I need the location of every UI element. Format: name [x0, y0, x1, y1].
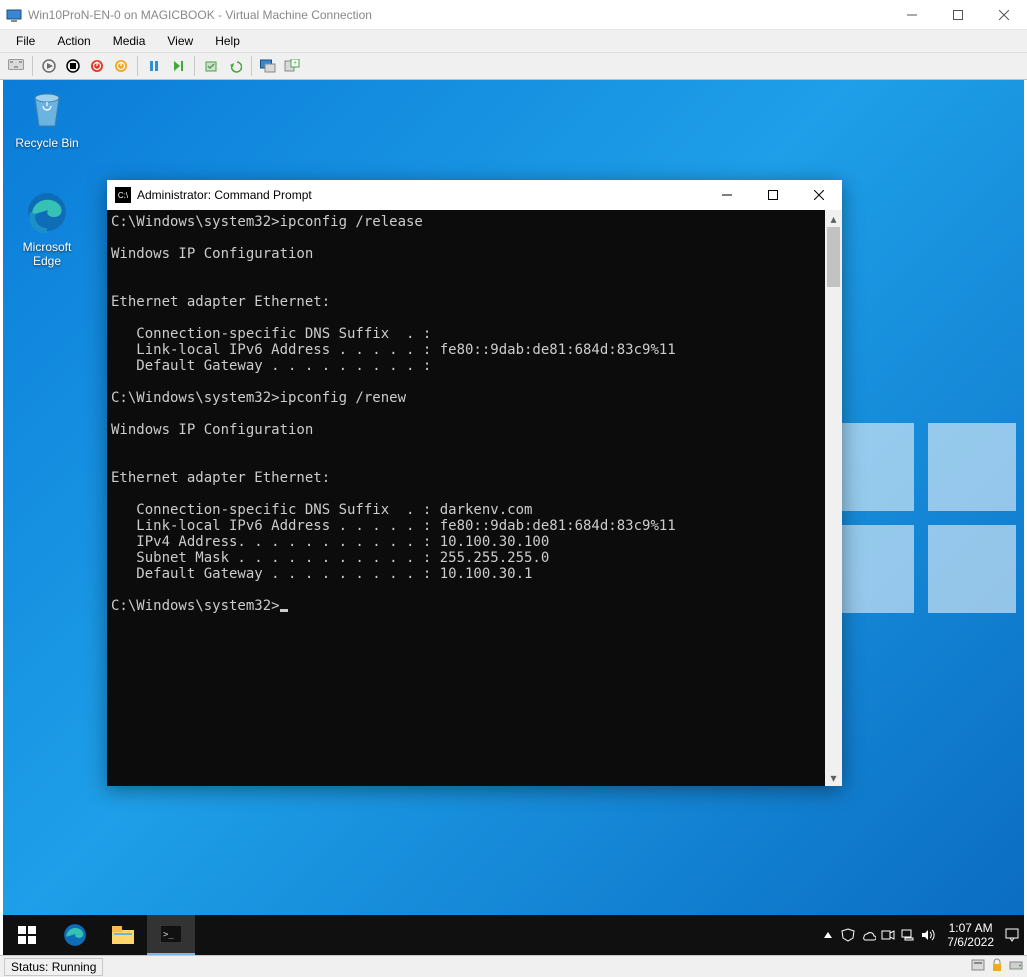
status-lock-icon	[991, 958, 1003, 975]
cmd-titlebar[interactable]: C:\ Administrator: Command Prompt	[107, 180, 842, 210]
tray-notifications-icon[interactable]	[1004, 915, 1020, 955]
taskbar-edge-button[interactable]	[51, 915, 99, 955]
shutdown-button[interactable]	[87, 56, 107, 76]
turn-off-button[interactable]	[63, 56, 83, 76]
toolbar-separator	[137, 56, 138, 76]
start-button[interactable]	[39, 56, 59, 76]
cmd-window: C:\ Administrator: Command Prompt C:\Win…	[107, 180, 842, 786]
host-toolbar: +	[0, 52, 1027, 80]
vm-app-icon	[6, 7, 22, 23]
enhanced-session-button[interactable]	[258, 56, 278, 76]
svg-text:+: +	[293, 60, 297, 67]
status-disk-icon	[971, 958, 985, 975]
recycle-bin-icon	[23, 84, 71, 132]
vm-display: Recycle Bin Microsoft Edge C:\ Administr…	[0, 80, 1027, 955]
cmd-maximize-button[interactable]	[750, 180, 796, 210]
toolbar-separator	[251, 56, 252, 76]
status-drive-icon	[1009, 959, 1023, 974]
save-button[interactable]	[111, 56, 131, 76]
tray-security-icon[interactable]	[839, 915, 857, 955]
host-close-button[interactable]	[981, 0, 1027, 30]
cmd-terminal-output[interactable]: C:\Windows\system32>ipconfig /release Wi…	[107, 210, 825, 786]
revert-button[interactable]	[225, 56, 245, 76]
tray-meet-now-icon[interactable]	[879, 915, 897, 955]
host-titlebar: Win10ProN-EN-0 on MAGICBOOK - Virtual Ma…	[0, 0, 1027, 30]
cmd-app-icon: C:\	[115, 187, 131, 203]
tray-overflow-icon[interactable]	[819, 915, 837, 955]
host-menubar: File Action Media View Help	[0, 30, 1027, 52]
guest-taskbar: >_ 1:07 AM 7/6/2022	[3, 915, 1024, 955]
guest-desktop[interactable]: Recycle Bin Microsoft Edge C:\ Administr…	[3, 80, 1024, 955]
cmd-title-text: Administrator: Command Prompt	[137, 188, 312, 202]
taskbar-explorer-button[interactable]	[99, 915, 147, 955]
edge-icon	[23, 188, 71, 236]
menu-action[interactable]: Action	[47, 32, 100, 50]
desktop-icon-label: Recycle Bin	[9, 136, 85, 150]
desktop-icon-label: Microsoft Edge	[9, 240, 85, 268]
host-maximize-button[interactable]	[935, 0, 981, 30]
host-title: Win10ProN-EN-0 on MAGICBOOK - Virtual Ma…	[28, 8, 889, 22]
tray-onedrive-icon[interactable]	[859, 915, 877, 955]
cmd-close-button[interactable]	[796, 180, 842, 210]
windows-logo-wallpaper	[826, 423, 1016, 613]
reset-button[interactable]	[168, 56, 188, 76]
clock-time: 1:07 AM	[947, 921, 994, 935]
share-button[interactable]: +	[282, 56, 302, 76]
toolbar-separator	[194, 56, 195, 76]
menu-media[interactable]: Media	[103, 32, 156, 50]
host-statusbar: Status: Running	[0, 955, 1027, 977]
scroll-up-icon[interactable]: ▴	[825, 210, 842, 227]
desktop-icon-microsoft-edge[interactable]: Microsoft Edge	[9, 188, 85, 268]
svg-text:>_: >_	[163, 930, 174, 940]
tray-volume-icon[interactable]	[919, 915, 937, 955]
start-menu-button[interactable]	[3, 915, 51, 955]
scroll-thumb[interactable]	[827, 227, 840, 287]
menu-view[interactable]: View	[157, 32, 203, 50]
menu-help[interactable]: Help	[205, 32, 250, 50]
ctrl-alt-del-button[interactable]	[6, 56, 26, 76]
clock-date: 7/6/2022	[947, 935, 994, 949]
menu-file[interactable]: File	[6, 32, 45, 50]
tray-clock[interactable]: 1:07 AM 7/6/2022	[939, 921, 1002, 949]
toolbar-separator	[32, 56, 33, 76]
taskbar-cmd-button[interactable]: >_	[147, 915, 195, 955]
scroll-down-icon[interactable]: ▾	[825, 769, 842, 786]
cmd-scrollbar[interactable]: ▴ ▾	[825, 210, 842, 786]
checkpoint-button[interactable]	[201, 56, 221, 76]
pause-button[interactable]	[144, 56, 164, 76]
tray-network-icon[interactable]	[899, 915, 917, 955]
host-minimize-button[interactable]	[889, 0, 935, 30]
cmd-minimize-button[interactable]	[704, 180, 750, 210]
status-text: Status: Running	[4, 958, 103, 976]
desktop-icon-recycle-bin[interactable]: Recycle Bin	[9, 84, 85, 150]
